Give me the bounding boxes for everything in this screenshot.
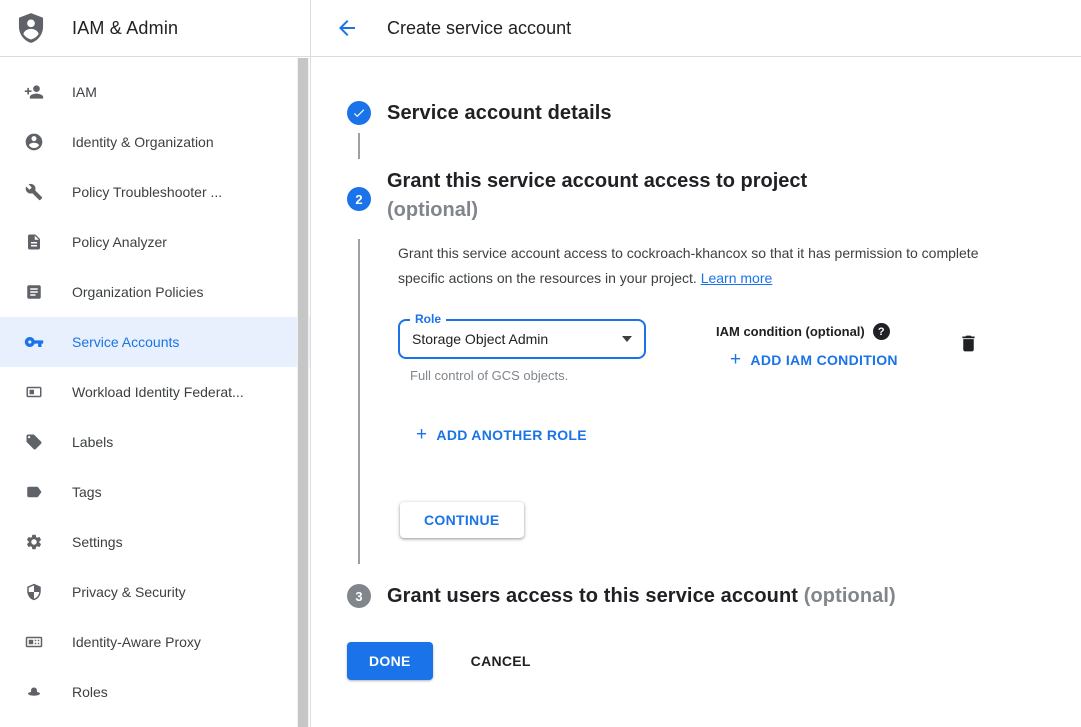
step2-number-badge: 2 [347, 187, 371, 211]
sidebar-item-iam[interactable]: IAM [0, 67, 310, 117]
role-helper-text: Full control of GCS objects. [410, 368, 646, 383]
sidebar-item-label: Policy Analyzer [72, 234, 167, 250]
sidebar-item-service-accounts[interactable]: Service Accounts [0, 317, 310, 367]
sidebar-item-privacy-security[interactable]: Privacy & Security [0, 567, 310, 617]
step3-title: Grant users access to this service accou… [387, 585, 896, 608]
sidebar-item-label: Tags [72, 484, 102, 500]
page-title: Create service account [387, 18, 571, 39]
sidebar-item-label: Organization Policies [72, 284, 204, 300]
roles-hat-icon [24, 682, 44, 702]
done-button[interactable]: DONE [347, 642, 433, 680]
step2-heading: 2 Grant this service account access to p… [347, 167, 1081, 225]
sidebar-scrollbar-thumb[interactable] [298, 58, 308, 727]
help-icon[interactable]: ? [873, 323, 890, 340]
learn-more-link[interactable]: Learn more [701, 270, 773, 286]
sidebar-item-labels[interactable]: Labels [0, 417, 310, 467]
policy-analyzer-icon [24, 232, 44, 252]
wrench-icon [24, 182, 44, 202]
labels-icon [24, 432, 44, 452]
settings-gear-icon [24, 532, 44, 552]
sidebar-item-label: Workload Identity Federat... [72, 384, 244, 400]
plus-icon: + [416, 425, 427, 444]
tags-icon [24, 482, 44, 502]
iam-condition-block: IAM condition (optional) ? + ADD IAM CON… [716, 319, 898, 369]
add-another-role-button[interactable]: + ADD ANOTHER ROLE [416, 425, 587, 444]
sidebar-item-label: Policy Troubleshooter ... [72, 184, 222, 200]
sidebar-item-roles[interactable]: Roles [0, 667, 310, 717]
role-select[interactable]: Role Storage Object Admin [398, 319, 646, 359]
step2-optional-label: (optional) [387, 196, 807, 225]
step3-row: 3 Grant users access to this service acc… [347, 584, 1081, 608]
main-panel: Create service account Service account d… [311, 0, 1081, 727]
privacy-security-shield-icon [24, 582, 44, 602]
sidebar-header: IAM & Admin [0, 0, 310, 57]
role-select-value: Storage Object Admin [412, 331, 548, 347]
sidebar-item-label: Labels [72, 434, 113, 450]
step-connector-line [358, 133, 360, 159]
iam-admin-shield-icon [14, 11, 48, 45]
app-window: IAM & Admin IAM Identity & Organization … [0, 0, 1081, 727]
sidebar-item-label: Privacy & Security [72, 584, 186, 600]
sidebar-nav: IAM Identity & Organization Policy Troub… [0, 57, 310, 717]
step3-optional-label: (optional) [804, 585, 896, 607]
stepper-content: Service account details 2 Grant this ser… [311, 57, 1081, 680]
step1-complete-check-icon [347, 101, 371, 125]
page-header: Create service account [311, 0, 1081, 57]
step1-title: Service account details [387, 102, 612, 125]
sidebar-item-label: Settings [72, 534, 123, 550]
sidebar-item-tags[interactable]: Tags [0, 467, 310, 517]
sidebar-item-workload-identity-federation[interactable]: Workload Identity Federat... [0, 367, 310, 417]
app-title: IAM & Admin [72, 18, 178, 39]
sidebar-item-policy-troubleshooter[interactable]: Policy Troubleshooter ... [0, 167, 310, 217]
sidebar-item-policy-analyzer[interactable]: Policy Analyzer [0, 217, 310, 267]
dropdown-caret-icon [622, 336, 632, 342]
organization-policies-icon [24, 282, 44, 302]
step2-title: Grant this service account access to pro… [387, 167, 807, 196]
service-accounts-icon [24, 332, 44, 352]
sidebar-item-label: Roles [72, 684, 108, 700]
sidebar-item-label: Identity-Aware Proxy [72, 634, 201, 650]
sidebar-item-settings[interactable]: Settings [0, 517, 310, 567]
step3-number-badge: 3 [347, 584, 371, 608]
role-row: Role Storage Object Admin Full control o… [398, 319, 1081, 383]
step2-description: Grant this service account access to coc… [398, 245, 979, 286]
workload-identity-icon [24, 382, 44, 402]
identity-aware-proxy-icon [24, 632, 44, 652]
add-iam-condition-button[interactable]: + ADD IAM CONDITION [730, 350, 898, 369]
iam-condition-label: IAM condition (optional) [716, 324, 865, 339]
delete-role-trash-icon[interactable] [958, 333, 979, 357]
sidebar-item-label: Service Accounts [72, 334, 179, 350]
step1-row: Service account details [347, 101, 1081, 125]
back-arrow-icon[interactable] [335, 16, 359, 40]
sidebar-item-organization-policies[interactable]: Organization Policies [0, 267, 310, 317]
sidebar-item-label: IAM [72, 84, 97, 100]
sidebar: IAM & Admin IAM Identity & Organization … [0, 0, 311, 727]
sidebar-item-identity-aware-proxy[interactable]: Identity-Aware Proxy [0, 617, 310, 667]
cancel-button[interactable]: CANCEL [465, 652, 537, 670]
identity-organization-icon [24, 132, 44, 152]
person-add-icon [24, 82, 44, 102]
sidebar-item-label: Identity & Organization [72, 134, 214, 150]
form-actions: DONE CANCEL [347, 642, 1081, 680]
continue-button[interactable]: CONTINUE [400, 502, 524, 538]
role-select-label: Role [410, 312, 446, 326]
sidebar-scrollbar-track [297, 58, 309, 727]
plus-icon: + [730, 350, 741, 369]
step2-body: Grant this service account access to coc… [358, 239, 1081, 564]
sidebar-item-identity-organization[interactable]: Identity & Organization [0, 117, 310, 167]
